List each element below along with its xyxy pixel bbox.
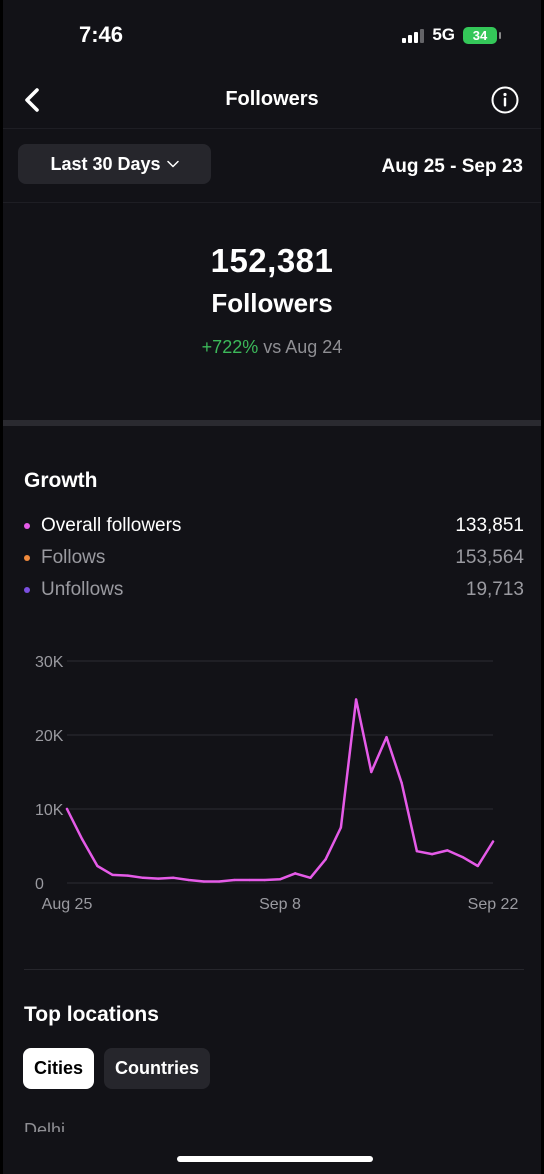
divider (3, 202, 541, 203)
date-range-text: Aug 25 - Sep 23 (381, 156, 524, 177)
data-point (324, 858, 327, 861)
data-point (294, 872, 297, 875)
status-icons: 5G 34 (402, 25, 501, 45)
section-divider (3, 420, 541, 426)
data-point (400, 781, 403, 785)
legend-value: 153,564 (455, 547, 524, 568)
data-point (491, 840, 495, 843)
data-point (385, 736, 388, 739)
data-point (202, 880, 206, 883)
x-tick-label: Aug 25 (42, 896, 93, 913)
data-point (309, 876, 312, 880)
location-tabs: Cities Countries (23, 1048, 211, 1089)
data-point (370, 770, 373, 774)
city-row-label: Delhi (24, 1120, 66, 1132)
data-point (126, 874, 130, 877)
x-tick-label: Sep 8 (259, 896, 301, 913)
data-point (65, 807, 69, 811)
data-point (263, 878, 266, 882)
legend-label: Follows (41, 547, 106, 568)
battery-level: 34 (472, 27, 488, 43)
data-point (96, 864, 99, 868)
legend-label: Unfollows (41, 579, 124, 600)
tab-cities[interactable]: Cities (23, 1048, 95, 1089)
status-time: 7:46 (79, 22, 124, 47)
legend-follows[interactable]: Follows 153,564 (24, 542, 524, 574)
data-point (233, 878, 236, 882)
home-indicator (177, 1156, 373, 1162)
signal-icon (402, 27, 425, 43)
data-point (278, 878, 282, 881)
date-range-dropdown[interactable]: Last 30 Days (18, 144, 211, 184)
data-point (81, 838, 84, 841)
data-point (339, 826, 343, 829)
y-tick-label: 20K (35, 728, 64, 745)
legend-label: Overall followers (41, 515, 182, 536)
legend-unfollows[interactable]: Unfollows 19,713 (24, 574, 524, 606)
status-bar: 7:46 5G 34 (3, 0, 541, 70)
follower-count-label: Followers (211, 288, 333, 318)
data-point (430, 852, 434, 856)
y-tick-label: 30K (35, 654, 64, 671)
y-tick-label: 0 (35, 876, 44, 893)
page-title: Followers (225, 88, 319, 110)
change-comparison: vs Aug 24 (263, 337, 343, 357)
legend-value: 19,713 (465, 579, 524, 600)
growth-line-chart[interactable]: 30K 20K 10K 0 Aug 25 Sep 8 Sep 22 (3, 640, 541, 930)
follower-count: 152,381 (210, 242, 334, 279)
battery-icon: 34 (463, 26, 501, 44)
growth-title: Growth (24, 469, 98, 492)
y-tick-label: 10K (35, 802, 64, 819)
data-point (217, 880, 221, 883)
info-icon[interactable] (491, 86, 519, 114)
divider (24, 969, 524, 970)
data-point (141, 876, 145, 880)
change-percent: +722% (201, 337, 259, 357)
data-point (172, 876, 175, 880)
data-point (446, 849, 449, 852)
data-point (476, 864, 479, 868)
follower-change: +722% vs Aug 24 (3, 337, 541, 358)
legend-dot (24, 523, 30, 529)
data-point (157, 877, 160, 880)
data-point (248, 878, 251, 882)
data-point (111, 873, 114, 877)
nav-bar: Followers (3, 72, 541, 129)
legend-value: 133,851 (455, 515, 524, 536)
growth-legend: Overall followers 133,851 Follows 153,56… (24, 510, 524, 606)
chevron-down-icon (166, 160, 179, 168)
data-point (461, 855, 464, 859)
legend-overall-followers[interactable]: Overall followers 133,851 (24, 510, 524, 542)
series-line (65, 698, 495, 883)
top-locations-title: Top locations (24, 1003, 159, 1026)
network-type: 5G (432, 25, 455, 44)
date-range-label: Last 30 Days (50, 153, 161, 174)
data-point (415, 849, 419, 853)
x-tick-label: Sep 22 (468, 896, 519, 913)
legend-dot (24, 587, 30, 593)
tab-countries[interactable]: Countries (104, 1048, 211, 1089)
data-point (187, 878, 190, 882)
phone-screen: 7:46 5G 34 Followers Last 30 Days Aug 25… (3, 0, 541, 1174)
legend-dot (24, 555, 30, 561)
data-point (354, 698, 358, 701)
